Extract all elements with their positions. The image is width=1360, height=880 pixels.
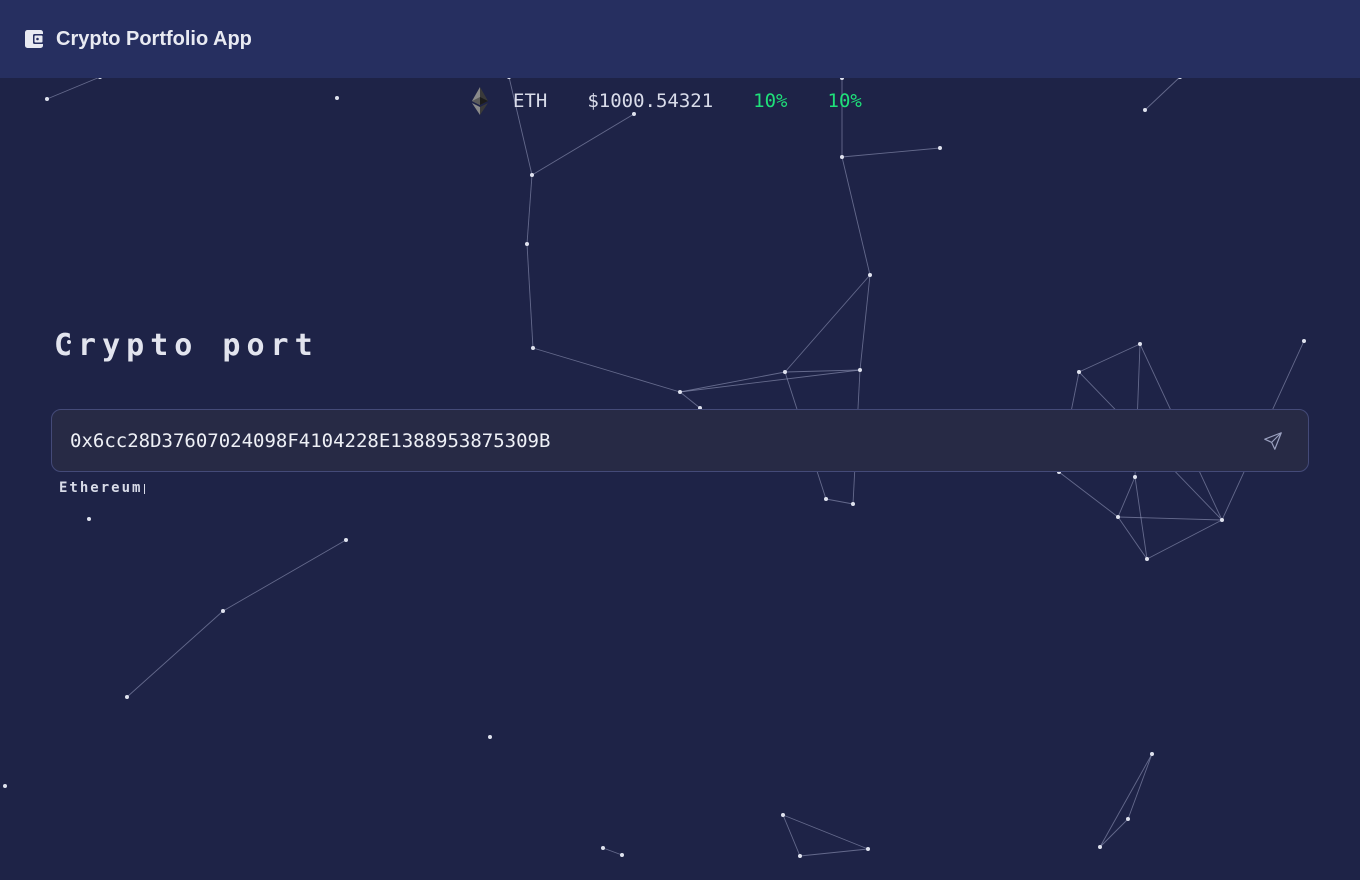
network-line <box>1099 818 1129 848</box>
network-line <box>126 610 224 698</box>
network-line <box>679 369 861 393</box>
network-line <box>1127 753 1153 820</box>
network-line <box>1078 343 1141 373</box>
text-caret <box>144 484 146 494</box>
network-node <box>1138 342 1142 346</box>
send-button[interactable] <box>1260 428 1286 454</box>
network-line <box>1058 471 1119 518</box>
network-line <box>859 274 871 371</box>
network-node <box>525 242 529 246</box>
network-node <box>1133 475 1137 479</box>
network-node <box>840 155 844 159</box>
ticker-change-2: 10% <box>827 90 862 112</box>
wallet-address-input[interactable] <box>70 420 1260 461</box>
network-line <box>1117 476 1136 518</box>
network-line <box>841 156 871 276</box>
network-line <box>1099 753 1153 848</box>
network-line <box>526 174 533 245</box>
network-node <box>344 538 348 542</box>
network-node <box>335 96 339 100</box>
network-node <box>87 517 91 521</box>
network-line <box>526 243 534 349</box>
network-node <box>125 695 129 699</box>
hero-title-text: Crypto port <box>54 328 319 363</box>
network-node <box>858 368 862 372</box>
network-node <box>938 146 942 150</box>
network-node <box>1150 752 1154 756</box>
hero-title: Crypto port <box>54 328 319 363</box>
network-node <box>1145 557 1149 561</box>
network-line <box>784 274 871 373</box>
network-node <box>798 854 802 858</box>
network-line <box>841 147 941 158</box>
network-line <box>602 847 623 856</box>
network-line <box>1117 516 1223 521</box>
ethereum-icon <box>470 86 490 116</box>
network-line <box>799 848 869 857</box>
network-line <box>679 391 701 409</box>
network-node <box>1116 515 1120 519</box>
ticker-change-1: 10% <box>753 90 788 112</box>
network-node <box>45 97 49 101</box>
network-node <box>530 173 534 177</box>
network-line <box>679 371 786 393</box>
network-line <box>532 347 681 393</box>
network-node <box>868 273 872 277</box>
network-node <box>1220 518 1224 522</box>
network-line <box>782 814 869 850</box>
network-node <box>781 813 785 817</box>
network-node <box>531 346 535 350</box>
network-label-text: Ethereum <box>59 480 143 496</box>
network-line <box>531 113 635 176</box>
network-node <box>1143 108 1147 112</box>
network-line <box>1117 516 1148 560</box>
network-node <box>601 846 605 850</box>
network-node <box>783 370 787 374</box>
network-node <box>488 735 492 739</box>
network-node <box>851 502 855 506</box>
network-node <box>1126 817 1130 821</box>
network-node <box>620 853 624 857</box>
network-line <box>222 539 347 612</box>
network-node <box>221 609 225 613</box>
app-title: Crypto Portfolio App <box>56 27 252 50</box>
price-ticker: ETH $1000.54321 10% 10% <box>470 86 862 116</box>
network-line <box>46 76 101 100</box>
network-line <box>1146 519 1223 560</box>
network-node <box>1098 845 1102 849</box>
network-node <box>1077 370 1081 374</box>
network-node <box>824 497 828 501</box>
network-node <box>3 784 7 788</box>
network-line <box>825 498 854 505</box>
ticker-price: $1000.54321 <box>587 90 714 112</box>
send-icon <box>1264 431 1282 450</box>
wallet-icon <box>24 29 44 49</box>
network-line <box>1144 76 1181 111</box>
network-label: Ethereum <box>59 480 146 496</box>
network-node <box>1302 339 1306 343</box>
network-node <box>678 390 682 394</box>
ticker-symbol: ETH <box>513 90 548 112</box>
address-form <box>51 409 1309 472</box>
app-header: Crypto Portfolio App <box>0 0 1360 78</box>
network-node <box>866 847 870 851</box>
